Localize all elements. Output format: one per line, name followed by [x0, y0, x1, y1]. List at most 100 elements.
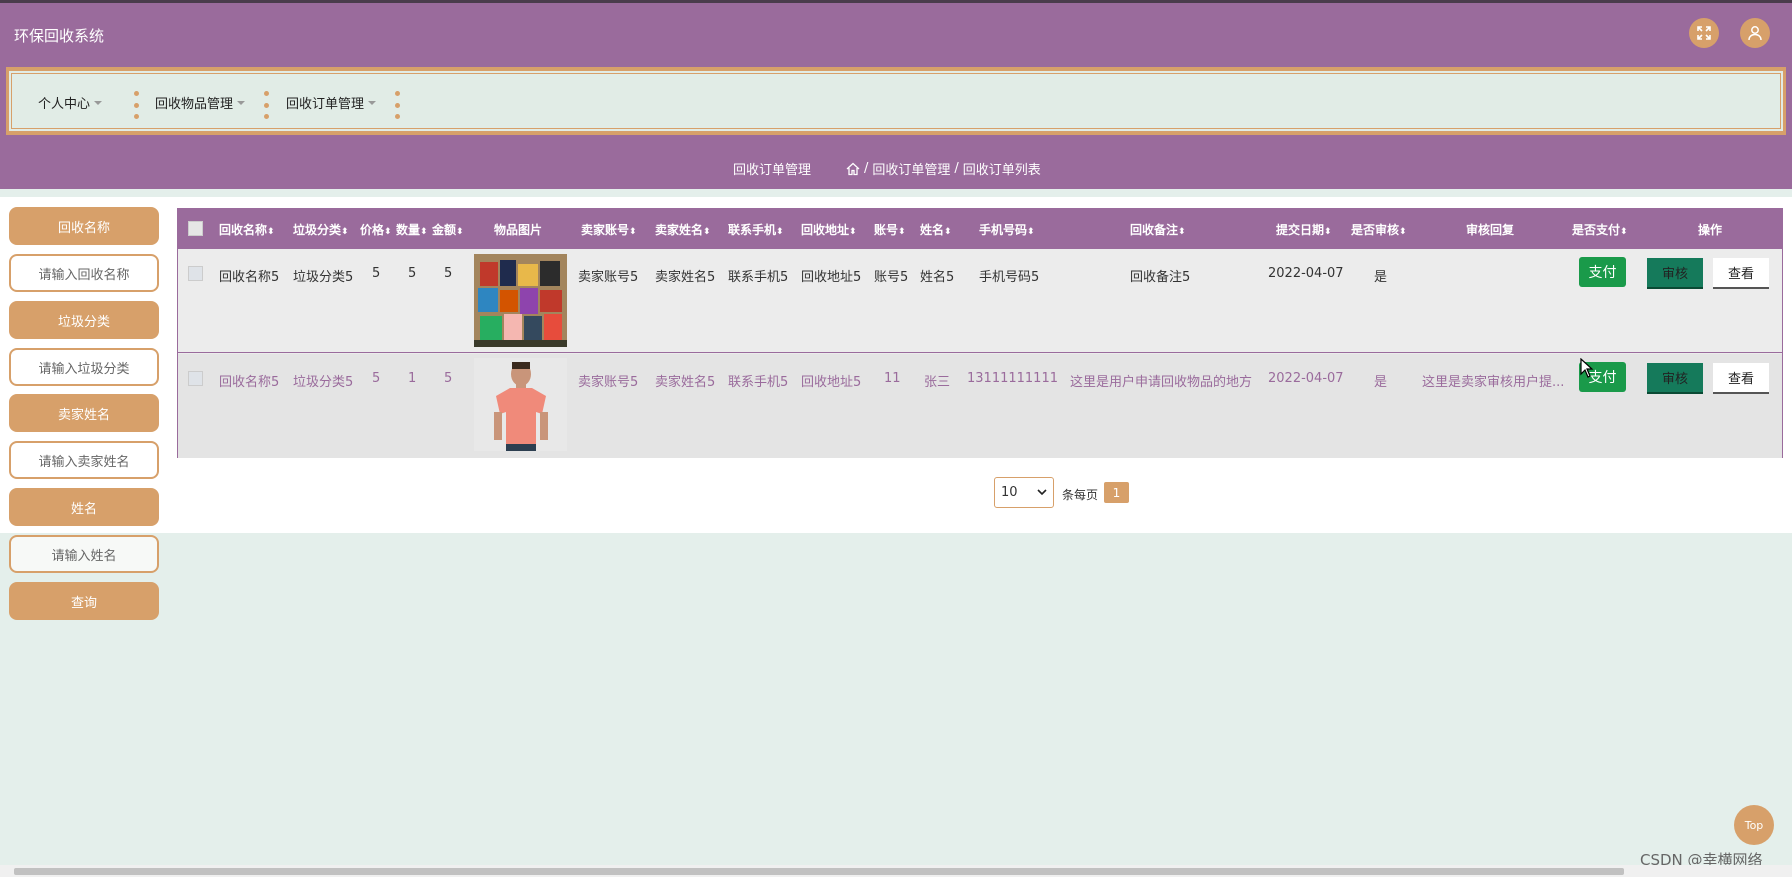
row-checkbox[interactable] [188, 266, 203, 281]
page-title: 回收订单管理 [733, 163, 812, 178]
menu-divider [394, 91, 400, 119]
colorful-packages-image [474, 254, 567, 347]
orders-table: 回收名称⬍ 垃圾分类⬍ 价格⬍ 数量⬍ 金额⬍ 物品图片 卖家账号⬍ 卖家姓名⬍… [177, 208, 1783, 458]
mouse-cursor-icon [1580, 358, 1594, 378]
column-header[interactable]: 是否审核⬍ [1351, 221, 1407, 238]
column-header[interactable]: 提交日期⬍ [1276, 221, 1332, 238]
column-header[interactable]: 数量⬍ [396, 221, 428, 238]
chevron-down-icon [368, 100, 377, 105]
user-icon [1748, 26, 1762, 41]
category-input[interactable]: 请输入垃圾分类 [9, 348, 159, 386]
item-image[interactable] [474, 358, 567, 451]
page-size-value: 10 [1001, 485, 1018, 500]
field-label-name: 姓名 [9, 488, 159, 526]
table-row: 回收名称5 垃圾分类5 5 5 5 卖家账号5 卖家姓名5 联系手机5 回收地址… [178, 249, 1782, 353]
page-number-button[interactable]: 1 [1104, 482, 1129, 503]
cell-price: 5 [372, 371, 381, 386]
column-header[interactable]: 回收名称⬍ [219, 221, 275, 238]
cell-seller-account: 卖家账号5 [578, 270, 639, 285]
column-header[interactable]: 金额⬍ [432, 221, 464, 238]
cell-account: 11 [884, 371, 901, 386]
cell-remark: 回收备注5 [1130, 270, 1191, 285]
menu-divider [263, 91, 269, 119]
table-row: 回收名称5 垃圾分类5 5 1 5 卖家账号5 卖家姓名5 联系手机5 回收地址… [178, 354, 1782, 458]
cell-name: 回收名称5 [219, 375, 280, 390]
cell-amount: 5 [444, 371, 453, 386]
cell-name: 回收名称5 [219, 270, 280, 285]
column-header[interactable]: 是否支付⬍ [1572, 221, 1628, 238]
app-title: 环保回收系统 [14, 27, 105, 45]
seller-name-input[interactable]: 请输入卖家姓名 [9, 441, 159, 479]
item-image[interactable] [474, 254, 567, 347]
column-header[interactable]: 价格⬍ [360, 221, 392, 238]
field-label-category: 垃圾分类 [9, 301, 159, 339]
cell-account: 账号5 [874, 270, 909, 285]
view-button[interactable]: 查看 [1713, 258, 1769, 289]
chevron-down-icon [94, 100, 103, 105]
table-header: 回收名称⬍ 垃圾分类⬍ 价格⬍ 数量⬍ 金额⬍ 物品图片 卖家账号⬍ 卖家姓名⬍… [178, 209, 1782, 249]
home-icon[interactable] [846, 162, 860, 176]
view-button[interactable]: 查看 [1713, 363, 1769, 394]
column-header[interactable]: 卖家账号⬍ [581, 221, 637, 238]
cell-mobile: 13111111111 [967, 371, 1058, 386]
menu-bar-frame: 个人中心 回收物品管理 回收订单管理 [0, 65, 1792, 137]
pay-button[interactable]: 支付 [1579, 257, 1626, 287]
horizontal-scrollbar[interactable] [0, 865, 1792, 877]
chevron-down-icon [1037, 489, 1047, 496]
field-label-seller-name: 卖家姓名 [9, 394, 159, 432]
breadcrumb-item[interactable]: 回收订单管理 [872, 159, 950, 178]
cell-date: 2022-04-07 [1268, 266, 1344, 281]
user-button[interactable] [1740, 18, 1770, 48]
column-header[interactable]: 手机号码⬍ [979, 221, 1035, 238]
scrollbar-thumb[interactable] [14, 868, 1624, 875]
menu-item-recycle-items[interactable]: 回收物品管理 [155, 93, 246, 112]
breadcrumb-bar: 回收订单管理 / 回收订单管理 / 回收订单列表 [0, 137, 1792, 189]
column-header: 物品图片 [494, 223, 543, 237]
expand-icon [1697, 26, 1711, 40]
cell-amount: 5 [444, 266, 453, 281]
column-header[interactable]: 账号⬍ [874, 221, 906, 238]
audit-button[interactable]: 审核 [1647, 363, 1703, 394]
cell-seller-account: 卖家账号5 [578, 375, 639, 390]
column-header[interactable]: 回收备注⬍ [1130, 221, 1186, 238]
menu-item-recycle-orders[interactable]: 回收订单管理 [286, 93, 377, 112]
top-bar: 环保回收系统 [0, 0, 1792, 65]
recycle-name-input[interactable]: 请输入回收名称 [9, 254, 159, 292]
name-input[interactable]: 请输入姓名 [9, 535, 159, 573]
pink-tshirt-image [474, 358, 567, 451]
cell-date: 2022-04-07 [1268, 371, 1344, 386]
cell-qty: 5 [408, 266, 417, 281]
cell-phone: 联系手机5 [728, 270, 789, 285]
menu-divider [133, 91, 139, 119]
cell-seller-name: 卖家姓名5 [655, 270, 716, 285]
cell-price: 5 [372, 266, 381, 281]
back-to-top-button[interactable]: Top [1734, 805, 1774, 845]
menu-item-label: 个人中心 [38, 97, 91, 112]
cell-username: 张三 [924, 375, 951, 390]
cell-seller-name: 卖家姓名5 [655, 375, 716, 390]
field-label-recycle-name: 回收名称 [9, 207, 159, 245]
cell-audited: 是 [1374, 270, 1388, 285]
search-button[interactable]: 查询 [9, 582, 159, 620]
cell-qty: 1 [408, 371, 417, 386]
breadcrumb-separator: / [864, 161, 869, 176]
select-all-checkbox[interactable] [188, 221, 203, 236]
fullscreen-button[interactable] [1689, 18, 1719, 48]
chevron-down-icon [237, 100, 246, 105]
column-header[interactable]: 垃圾分类⬍ [293, 221, 349, 238]
menu-item-personal-center[interactable]: 个人中心 [38, 93, 103, 112]
column-header[interactable]: 姓名⬍ [920, 221, 952, 238]
audit-button[interactable]: 审核 [1647, 258, 1703, 289]
cell-username: 姓名5 [920, 270, 955, 285]
column-header: 操作 [1698, 223, 1723, 237]
cell-mobile: 手机号码5 [979, 270, 1040, 285]
column-header[interactable]: 卖家姓名⬍ [655, 221, 711, 238]
breadcrumb: / 回收订单管理 / 回收订单列表 [846, 159, 1041, 178]
menu-item-label: 回收物品管理 [155, 97, 234, 112]
column-header[interactable]: 回收地址⬍ [801, 221, 857, 238]
row-checkbox[interactable] [188, 371, 203, 386]
column-header[interactable]: 联系手机⬍ [728, 221, 784, 238]
cell-reply: 这里是卖家审核用户提... [1422, 375, 1565, 390]
cell-address: 回收地址5 [801, 375, 862, 390]
page-size-select[interactable]: 10 [994, 477, 1054, 508]
